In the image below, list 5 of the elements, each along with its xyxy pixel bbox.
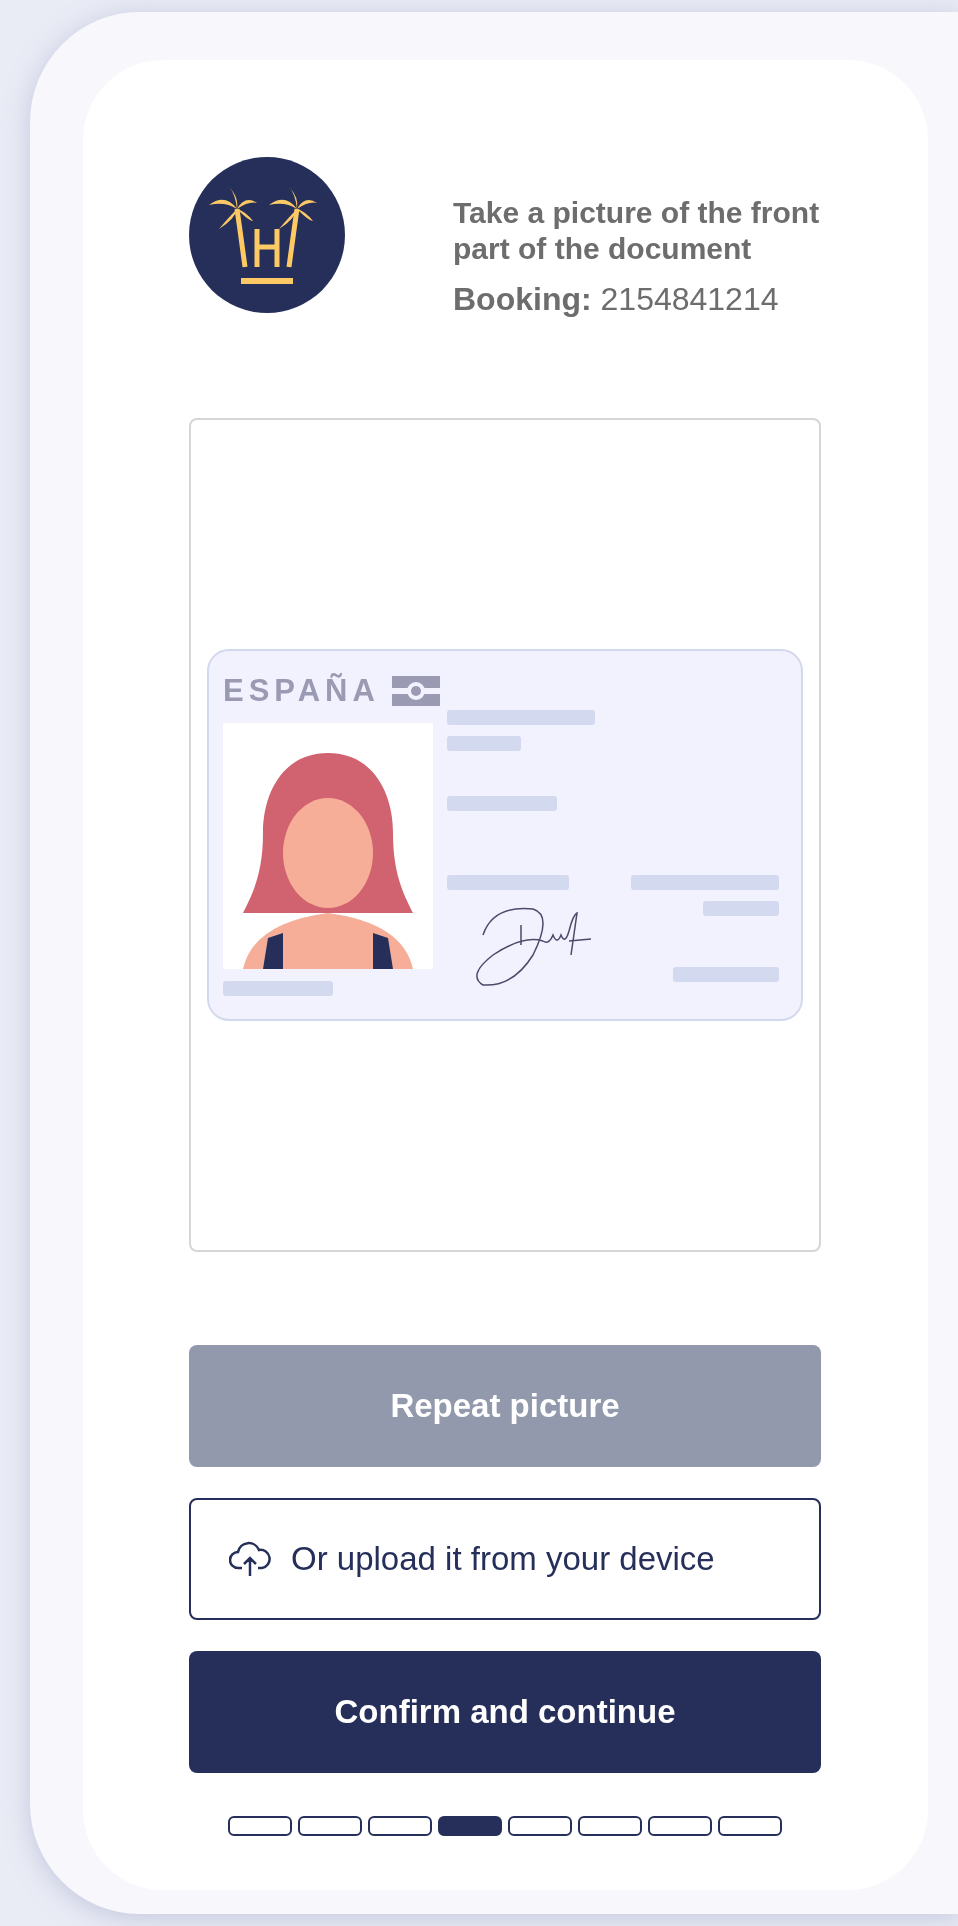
- upload-button[interactable]: Or upload it from your device: [189, 1498, 821, 1620]
- confirm-button[interactable]: Confirm and continue: [189, 1651, 821, 1773]
- instruction-title: Take a picture of the front part of the document: [453, 195, 821, 267]
- booking-number: Booking: 2154841214: [453, 281, 780, 318]
- country-label: ESPAÑA: [223, 673, 380, 709]
